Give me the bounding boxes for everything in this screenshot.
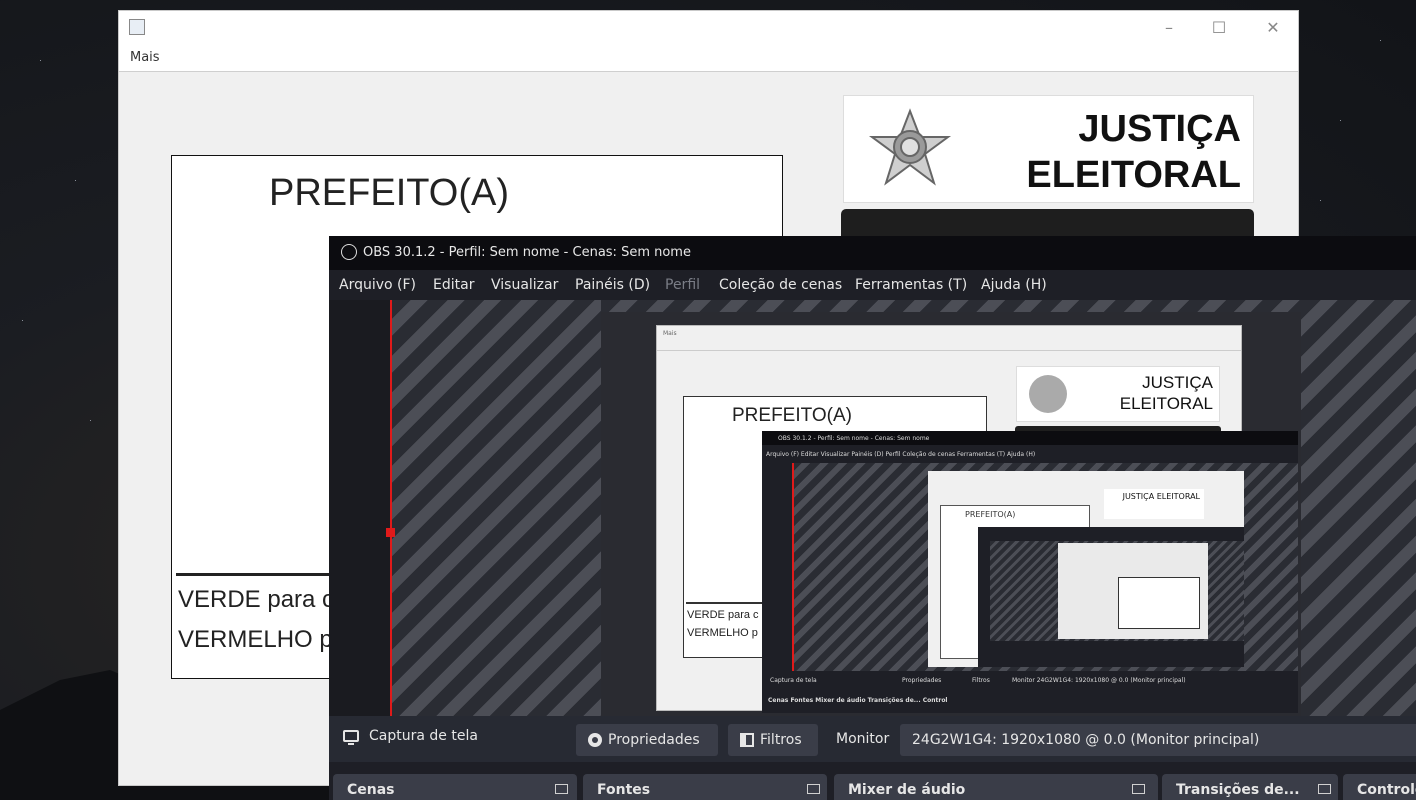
- captured-docks: Cenas Fontes Mixer de áudio Transições d…: [768, 697, 948, 704]
- menu-editar[interactable]: Editar: [433, 277, 474, 293]
- menu-paineis[interactable]: Painéis (D): [575, 277, 650, 293]
- captured-justica-eleitoral-header: JUSTIÇA ELEITORAL: [1016, 366, 1220, 422]
- minimize-button[interactable]: –: [1151, 17, 1187, 39]
- captured-nested-header-title: JUSTIÇA ELEITORAL: [1122, 492, 1200, 501]
- obs-docks: Cenas Fontes Mixer de áudio Transições d…: [329, 774, 1416, 800]
- dock-audio-mixer[interactable]: Mixer de áudio: [834, 774, 1158, 800]
- dock-controls[interactable]: Controles: [1343, 774, 1416, 800]
- maximize-button[interactable]: ☐: [1201, 17, 1237, 39]
- captured-instruction-red: VERMELHO p: [687, 627, 758, 639]
- dock-transitions[interactable]: Transições de...: [1162, 774, 1338, 800]
- captured-nested-window-inner: [1118, 577, 1200, 629]
- menu-arquivo[interactable]: Arquivo (F): [339, 277, 416, 293]
- captured-menubar-divider: [657, 350, 1241, 351]
- instruction-red: VERMELHO p: [178, 626, 333, 653]
- obs-titlebar[interactable]: OBS 30.1.2 - Perfil: Sem nome - Cenas: S…: [329, 236, 1416, 270]
- title-line-2: ELEITORAL: [1026, 154, 1241, 196]
- menu-mais[interactable]: Mais: [130, 50, 160, 65]
- obs-menubar: Arquivo (F) Editar Visualizar Painéis (D…: [329, 270, 1416, 300]
- justica-eleitoral-header: JUSTIÇA ELEITORAL: [843, 95, 1254, 203]
- brazil-coat-of-arms-icon: [868, 108, 952, 186]
- captured-obs-bottom: Captura de tela Propriedades Filtros Mon…: [762, 671, 1298, 713]
- captured-obs-title: OBS 30.1.2 - Perfil: Sem nome - Cenas: S…: [778, 435, 930, 442]
- captured-source-name: Captura de tela: [770, 677, 817, 684]
- menu-visualizar[interactable]: Visualizar: [491, 277, 558, 293]
- menu-ajuda[interactable]: Ajuda (H): [981, 277, 1047, 293]
- captured-coat-of-arms-icon: [1029, 375, 1067, 413]
- captured-obs-window: OBS 30.1.2 - Perfil: Sem nome - Cenas: S…: [762, 431, 1298, 713]
- java-app-icon: [129, 19, 145, 35]
- captured-menu-mais: Mais: [663, 330, 677, 337]
- captured-nested-screen: PREFEITO(A) JUSTIÇA ELEITORAL: [928, 471, 1244, 667]
- menu-colecao-de-cenas[interactable]: Coleção de cenas: [719, 277, 842, 293]
- obs-preview-canvas[interactable]: Mais PREFEITO(A) VERDE para c VERMELHO p…: [329, 300, 1416, 716]
- properties-button[interactable]: Propriedades: [576, 724, 718, 756]
- captured-title-line-1: JUSTIÇA: [1142, 373, 1213, 392]
- instruction-green: VERDE para c: [178, 586, 335, 613]
- captured-nested-header: JUSTIÇA ELEITORAL: [1104, 489, 1204, 519]
- dock-controls-title: Controles: [1357, 782, 1416, 798]
- gear-icon: [588, 733, 602, 747]
- ballot-title: PREFEITO(A): [269, 172, 509, 214]
- selected-source-name: Captura de tela: [369, 728, 478, 744]
- properties-label: Propriedades: [608, 732, 700, 748]
- dock-sources[interactable]: Fontes: [583, 774, 827, 800]
- dock-scenes-title: Cenas: [347, 782, 395, 798]
- preview-out-of-bounds-area: [1301, 300, 1416, 716]
- preview-out-of-bounds-area: [391, 300, 601, 716]
- resize-handle[interactable]: [386, 528, 395, 537]
- dock-sources-title: Fontes: [597, 782, 651, 798]
- preview-out-of-bounds-area: [601, 300, 1301, 312]
- captured-ballot-divider: [686, 602, 766, 604]
- filters-label: Filtros: [760, 732, 802, 748]
- java-menubar: Mais: [119, 45, 1298, 72]
- captured-nested-obs: [978, 527, 1244, 667]
- captured-monitor: Monitor 24G2W1G4: 1920x1080 @ 0.0 (Monit…: [1012, 677, 1186, 684]
- undock-icon[interactable]: [555, 784, 568, 794]
- title-line-1: JUSTIÇA: [1078, 108, 1241, 150]
- source-selection-border: [390, 300, 392, 716]
- captured-nested-ballot-title: PREFEITO(A): [965, 510, 1016, 519]
- undock-icon[interactable]: [1132, 784, 1145, 794]
- java-titlebar[interactable]: – ☐ ✕: [119, 11, 1298, 45]
- captured-ballot-title: PREFEITO(A): [732, 405, 852, 426]
- captured-justica-eleitoral-title: JUSTIÇA ELEITORAL: [1120, 372, 1213, 414]
- captured-instruction-green: VERDE para c: [687, 609, 759, 621]
- dock-transitions-title: Transições de...: [1176, 782, 1300, 798]
- obs-window: OBS 30.1.2 - Perfil: Sem nome - Cenas: S…: [329, 236, 1416, 800]
- dock-audio-mixer-title: Mixer de áudio: [848, 782, 966, 798]
- filters-button[interactable]: Filtros: [728, 724, 818, 756]
- obs-logo-icon: [341, 244, 357, 260]
- captured-title-line-2: ELEITORAL: [1119, 394, 1213, 413]
- undock-icon[interactable]: [1318, 784, 1331, 794]
- justica-eleitoral-title: JUSTIÇA ELEITORAL: [1026, 106, 1241, 198]
- filter-icon: [740, 733, 754, 747]
- close-button[interactable]: ✕: [1255, 17, 1291, 39]
- dock-scenes[interactable]: Cenas: [333, 774, 577, 800]
- display-capture-icon: [343, 730, 359, 745]
- captured-selection-border: [792, 463, 794, 671]
- obs-source-toolbar: Captura de tela Propriedades Filtros Mon…: [329, 716, 1416, 762]
- captured-filters: Filtros: [972, 677, 990, 684]
- captured-screen: Mais PREFEITO(A) VERDE para c VERMELHO p…: [601, 312, 1301, 716]
- monitor-dropdown[interactable]: 24G2W1G4: 1920x1080 @ 0.0 (Monitor princ…: [900, 724, 1416, 756]
- captured-obs-menubar: Arquivo (F) Editar Visualizar Painéis (D…: [766, 451, 1036, 458]
- obs-window-title: OBS 30.1.2 - Perfil: Sem nome - Cenas: S…: [363, 245, 691, 260]
- selected-source: Captura de tela: [343, 728, 478, 745]
- undock-icon[interactable]: [807, 784, 820, 794]
- monitor-label: Monitor: [836, 731, 890, 747]
- captured-properties: Propriedades: [902, 677, 942, 684]
- menu-perfil: Perfil: [665, 277, 701, 293]
- menu-ferramentas[interactable]: Ferramentas (T): [855, 277, 967, 293]
